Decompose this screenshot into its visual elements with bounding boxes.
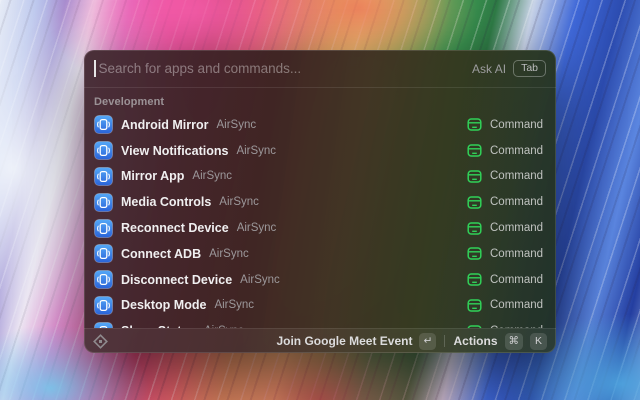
- search-input[interactable]: [99, 61, 473, 76]
- command-window-icon: [467, 272, 482, 287]
- item-title: Android Mirror: [121, 118, 209, 132]
- command-window-icon: [467, 195, 482, 210]
- item-type-label: Command: [490, 274, 546, 286]
- item-subtitle: AirSync: [219, 196, 259, 208]
- list-item-connect-adb[interactable]: Connect ADB AirSync Command: [84, 241, 556, 267]
- item-type-label: Command: [490, 145, 546, 157]
- footer-divider: [444, 335, 445, 347]
- item-title: Reconnect Device: [121, 221, 229, 235]
- item-type-label: Command: [490, 248, 546, 260]
- primary-action-join-meet[interactable]: Join Google Meet Event ↵: [276, 333, 436, 350]
- list-item-reconnect-device[interactable]: Reconnect Device AirSync Command: [84, 215, 556, 241]
- list-item-mirror-app[interactable]: Mirror App AirSync Command: [84, 164, 556, 190]
- item-type-label: Command: [490, 222, 546, 234]
- primary-action-label: Join Google Meet Event: [276, 334, 412, 348]
- cmd-key-hint: ⌘: [505, 333, 524, 350]
- item-title: Disconnect Device: [121, 273, 232, 287]
- list-item-view-notifications[interactable]: View Notifications AirSync Command: [84, 138, 556, 164]
- results-list: Development Android Mirror AirSync Comma…: [84, 88, 556, 328]
- command-window-icon: [467, 143, 482, 158]
- item-subtitle: AirSync: [192, 170, 232, 182]
- list-item-show-status[interactable]: Show Status AirSync Command: [84, 318, 556, 328]
- airsync-phone-icon: [94, 141, 113, 160]
- search-bar: Ask AI Tab: [84, 50, 556, 87]
- return-key-hint: ↵: [419, 333, 436, 350]
- actions-label: Actions: [453, 334, 497, 348]
- item-type-label: Command: [490, 299, 546, 311]
- item-title: Mirror App: [121, 169, 184, 183]
- item-type-label: Command: [490, 119, 546, 131]
- command-window-icon: [467, 117, 482, 132]
- command-window-icon: [467, 221, 482, 236]
- item-title: Desktop Mode: [121, 298, 206, 312]
- raycast-logo-icon: [93, 334, 108, 349]
- tab-key-hint: Tab: [513, 60, 546, 77]
- item-subtitle: AirSync: [217, 119, 257, 131]
- airsync-phone-icon: [94, 244, 113, 263]
- actions-menu-button[interactable]: Actions ⌘ K: [453, 333, 547, 350]
- item-title: Media Controls: [121, 195, 211, 209]
- item-type-label: Command: [490, 170, 546, 182]
- item-subtitle: AirSync: [214, 299, 254, 311]
- airsync-phone-icon: [94, 296, 113, 315]
- section-header-development: Development: [84, 88, 556, 112]
- ask-ai-label: Ask AI: [472, 62, 506, 76]
- item-subtitle: AirSync: [240, 274, 280, 286]
- item-subtitle: AirSync: [237, 222, 277, 234]
- list-item-media-controls[interactable]: Media Controls AirSync Command: [84, 189, 556, 215]
- airsync-phone-icon: [94, 219, 113, 238]
- airsync-phone-icon: [94, 270, 113, 289]
- item-subtitle: AirSync: [209, 248, 249, 260]
- list-item-disconnect-device[interactable]: Disconnect Device AirSync Command: [84, 267, 556, 293]
- command-window-icon: [467, 246, 482, 261]
- airsync-phone-icon: [94, 167, 113, 186]
- raycast-launcher-window: Ask AI Tab Development Android Mirror Ai…: [84, 50, 556, 353]
- airsync-phone-icon: [94, 115, 113, 134]
- launcher-footer: Join Google Meet Event ↵ Actions ⌘ K: [84, 328, 556, 353]
- text-caret: [94, 60, 96, 77]
- list-item-desktop-mode[interactable]: Desktop Mode AirSync Command: [84, 293, 556, 319]
- item-title: Connect ADB: [121, 247, 201, 261]
- command-window-icon: [467, 298, 482, 313]
- k-key-hint: K: [530, 333, 547, 350]
- item-type-label: Command: [490, 196, 546, 208]
- item-title: View Notifications: [121, 144, 228, 158]
- command-window-icon: [467, 169, 482, 184]
- item-subtitle: AirSync: [236, 145, 276, 157]
- ask-ai-button[interactable]: Ask AI Tab: [472, 60, 546, 77]
- airsync-phone-icon: [94, 193, 113, 212]
- list-item-android-mirror[interactable]: Android Mirror AirSync Command: [84, 112, 556, 138]
